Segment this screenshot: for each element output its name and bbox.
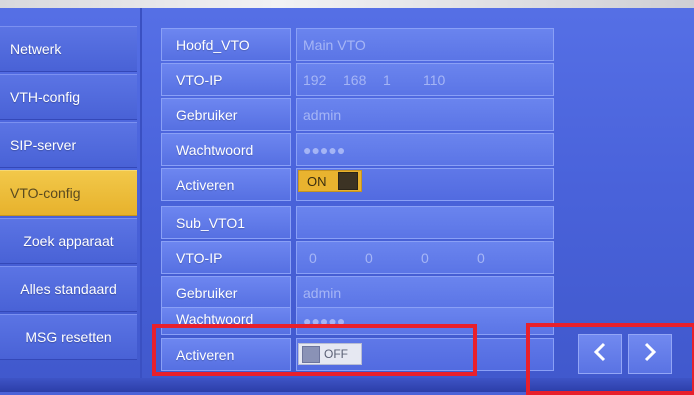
toggle-knob [338, 172, 358, 190]
sidebar-item-label: SIP-server [10, 137, 77, 153]
sidebar-item-label: MSG resetten [25, 329, 112, 345]
sub-vto-ip-label: VTO-IP [161, 241, 291, 274]
sidebar-item-label: Alles standaard [20, 281, 117, 297]
sub-vto-title-label: Sub_VTO1 [161, 206, 291, 239]
sidebar-item-label: VTO-config [10, 185, 81, 201]
ip-octet-3[interactable]: 0 [421, 250, 477, 266]
highlight-box-activate [152, 324, 477, 376]
sidebar-divider [140, 8, 142, 392]
sidebar-item-label: VTH-config [10, 89, 81, 105]
toggle-on-label: ON [307, 173, 327, 189]
sidebar-item-sip-server[interactable]: SIP-server [0, 122, 137, 168]
sidebar-item-label: Zoek apparaat [23, 233, 114, 249]
sub-vto-user-value: admin [303, 284, 342, 301]
ip-octet-1[interactable]: 0 [303, 250, 365, 266]
main-vto-activate-toggle[interactable]: ON [298, 170, 362, 192]
main-vto-ip-field[interactable]: 192 168 1 110 [296, 63, 554, 96]
ip-octet-4[interactable]: 0 [477, 250, 517, 266]
sidebar-item-vto-config[interactable]: VTO-config [0, 170, 137, 216]
ip-octet-3[interactable]: 1 [383, 72, 423, 88]
main-vto-user-field[interactable]: admin [296, 98, 554, 131]
sub-vto-user-field[interactable]: admin [296, 276, 554, 309]
main-vto-password-field[interactable]: ●●●●● [296, 133, 554, 166]
sidebar-item-vth-config[interactable]: VTH-config [0, 74, 137, 120]
main-vto-name-field[interactable]: Main VTO [296, 28, 554, 61]
sidebar-item-msg-resetten[interactable]: MSG resetten [0, 314, 137, 360]
sidebar-item-label: Netwerk [10, 41, 62, 57]
sub-vto-user-label: Gebruiker [161, 276, 291, 309]
main-vto-activate-label: Activeren [161, 168, 291, 201]
main-vto-user-value: admin [303, 106, 342, 123]
ip-octet-2[interactable]: 0 [365, 250, 421, 266]
ip-octet-1[interactable]: 192 [303, 72, 343, 88]
main-vto-user-label: Gebruiker [161, 98, 291, 131]
sub-vto-ip-field[interactable]: 0 0 0 0 [296, 241, 554, 274]
sub-vto-name-field[interactable] [296, 206, 554, 239]
sidebar-item-alles-standaard[interactable]: Alles standaard [0, 266, 137, 312]
main-vto-title-label: Hoofd_VTO [161, 28, 291, 61]
main-vto-ip-label: VTO-IP [161, 63, 291, 96]
sidebar-item-netwerk[interactable]: Netwerk [0, 26, 137, 72]
sidebar-item-zoek-apparaat[interactable]: Zoek apparaat [0, 218, 137, 264]
main-vto-password-label: Wachtwoord [161, 133, 291, 166]
highlight-box-nav [526, 323, 694, 395]
sidebar: Netwerk VTH-config SIP-server VTO-config… [0, 18, 140, 360]
main-vto-password-value: ●●●●● [303, 141, 346, 158]
top-bezel [0, 0, 694, 8]
ip-octet-4[interactable]: 110 [423, 72, 463, 88]
ip-octet-2[interactable]: 168 [343, 72, 383, 88]
main-vto-name-value: Main VTO [303, 36, 366, 53]
